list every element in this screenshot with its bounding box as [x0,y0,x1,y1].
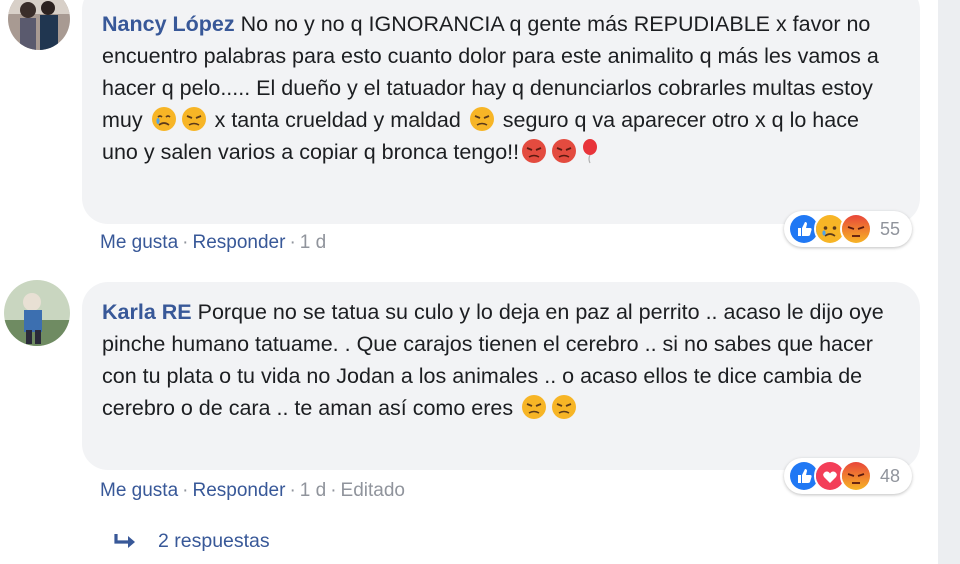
avatar[interactable] [4,280,70,346]
crying-face-icon [151,106,177,132]
unamused-face-icon [521,394,547,420]
unamused-face-icon [551,394,577,420]
angry-face-icon [551,138,577,164]
like-link[interactable]: Me gusta [100,232,178,253]
comment-actions: Me gusta · Responder · 1 d [100,232,326,254]
replies-count: 2 respuestas [158,530,270,552]
comment-actions: Me gusta · Responder · 1 d · Editado [100,480,405,502]
angry-reaction-icon [840,460,872,492]
reaction-count: 55 [880,218,901,239]
unamused-face-icon [181,106,207,132]
separator-dot: · [182,232,189,253]
reaction-count: 48 [880,465,901,486]
balloon-icon [581,138,599,164]
reaction-summary[interactable]: 48 [784,458,912,494]
reaction-summary[interactable]: 55 [784,211,912,247]
timestamp[interactable]: 1 d [300,232,326,253]
separator-dot: · [289,232,296,253]
reply-link[interactable]: Responder [192,480,285,501]
scrollbar-track [938,0,960,564]
angry-reaction-icon [840,213,872,245]
reply-arrow-icon [114,533,135,548]
reply-link[interactable]: Responder [192,232,285,253]
comment-bubble: Karla RE Porque no se tatua su culo y lo … [82,282,920,470]
edited-label[interactable]: Editado [341,480,405,501]
comment-text: Porque no se tatua su culo y lo deja en … [102,300,884,420]
avatar[interactable] [8,0,70,50]
separator-dot: · [289,480,296,501]
separator-dot: · [330,480,337,501]
like-link[interactable]: Me gusta [100,480,178,501]
angry-face-icon [521,138,547,164]
timestamp[interactable]: 1 d [300,480,326,501]
comment-author[interactable]: Nancy López [102,12,235,36]
comment-bubble: Nancy López No no y no q IGNORANCIA q gen… [82,0,920,224]
comment-author[interactable]: Karla RE [102,300,192,324]
separator-dot: · [182,480,189,501]
comment-text: x tanta crueldad y maldad [214,108,461,132]
unamused-face-icon [469,106,495,132]
view-replies-link[interactable]: 2 respuestas [114,530,270,553]
